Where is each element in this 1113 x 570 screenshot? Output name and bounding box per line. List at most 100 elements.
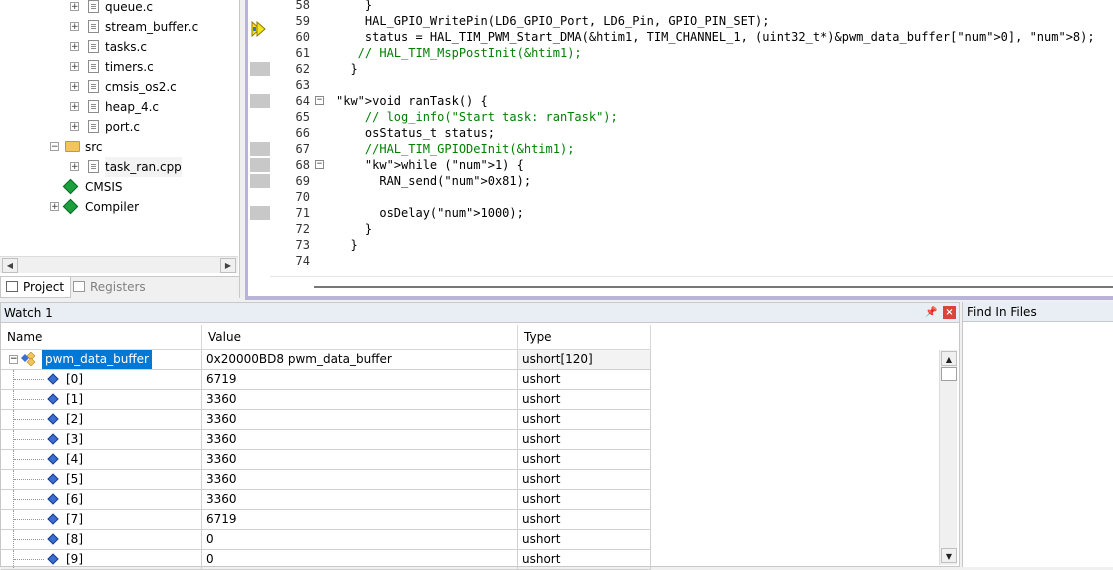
collapse-icon[interactable]: − xyxy=(50,142,59,152)
watch-row[interactable]: [2] 3360 ushort xyxy=(1,410,939,430)
line-number: 65 xyxy=(295,110,310,124)
watch-row[interactable]: [5] 3360 ushort xyxy=(1,470,939,490)
file-icon xyxy=(88,0,99,13)
code-line[interactable]: 74 xyxy=(270,253,1110,269)
tree-item-heap-4-c[interactable]: + heap_4.c xyxy=(0,97,238,117)
code-editor[interactable]: 58 } 59 HAL_GPIO_WritePin(LD6_GPIO_Port, … xyxy=(245,0,1113,298)
tree-item-queue-c[interactable]: + queue.c xyxy=(0,0,238,17)
column-header-value[interactable]: Value xyxy=(202,325,518,350)
watch-value-cell[interactable]: 3360 xyxy=(202,390,518,410)
code-line[interactable]: 65 // log_info("Start task: ranTask"); xyxy=(270,109,1110,125)
watch-value-cell[interactable]: 0 xyxy=(202,530,518,550)
breakpoint-slot[interactable] xyxy=(250,62,270,76)
watch-row[interactable]: [1] 3360 ushort xyxy=(1,390,939,410)
tree-connector xyxy=(13,490,14,509)
watch-scroll-thumb[interactable] xyxy=(941,367,957,381)
tree-item-compiler[interactable]: + Compiler xyxy=(0,197,238,217)
column-header-name[interactable]: Name xyxy=(1,325,202,350)
watch-value-cell[interactable]: 3360 xyxy=(202,490,518,510)
tree-item-cmsis[interactable]: CMSIS xyxy=(0,177,238,197)
watch-value-cell[interactable]: 3360 xyxy=(202,410,518,430)
expand-icon[interactable]: + xyxy=(70,162,79,172)
expand-icon[interactable]: + xyxy=(70,2,79,12)
watch-type-cell: ushort xyxy=(518,470,651,490)
watch-row[interactable]: [0] 6719 ushort xyxy=(1,370,939,390)
expand-icon[interactable]: + xyxy=(70,42,79,52)
tree-item-src[interactable]: − src xyxy=(0,137,238,157)
tree-item-tasks-c[interactable]: + tasks.c xyxy=(0,37,238,57)
code-line[interactable]: 73 } xyxy=(270,237,1110,253)
scroll-right-icon[interactable]: ▶ xyxy=(220,258,236,273)
expand-icon[interactable]: + xyxy=(70,62,79,72)
expand-icon[interactable]: + xyxy=(70,22,79,32)
variable-icon xyxy=(47,533,59,545)
tab-registers[interactable]: Registers xyxy=(68,277,152,297)
editor-scroll-thumb[interactable] xyxy=(314,286,1113,288)
expand-icon[interactable]: + xyxy=(70,102,79,112)
code-line[interactable]: 69 RAN_send("num">0x81); xyxy=(270,173,1110,189)
line-number: 71 xyxy=(295,206,310,220)
watch-row[interactable]: [7] 6719 ushort xyxy=(1,510,939,530)
editor-horizontal-scrollbar[interactable] xyxy=(270,276,1113,298)
pin-icon[interactable]: 📌 xyxy=(925,306,938,319)
code-line[interactable]: 66 osStatus_t status; xyxy=(270,125,1110,141)
code-line[interactable]: 58 } xyxy=(270,0,1110,13)
watch-item-type: ushort xyxy=(522,432,561,446)
watch-row-root[interactable]: − pwm_data_buffer 0x20000BD8 pwm_data_bu… xyxy=(1,350,939,370)
column-header-type[interactable]: Type xyxy=(518,325,651,350)
tab-project[interactable]: Project xyxy=(0,277,72,298)
watch-value-cell[interactable]: 6719 xyxy=(202,510,518,530)
watch-value-cell[interactable]: 3360 xyxy=(202,470,518,490)
code-line[interactable]: 59 HAL_GPIO_WritePin(LD6_GPIO_Port, LD6_… xyxy=(270,13,1110,29)
expand-icon[interactable]: + xyxy=(50,202,59,212)
watch-item-value: 6719 xyxy=(206,372,237,386)
scroll-up-icon[interactable]: ▲ xyxy=(941,351,957,366)
watch-row[interactable]: [3] 3360 ushort xyxy=(1,430,939,450)
fold-collapse-icon[interactable]: − xyxy=(315,96,324,105)
breakpoint-slot[interactable] xyxy=(250,142,270,156)
watch-item-type: ushort xyxy=(522,472,561,486)
watch-value-cell[interactable]: 0x20000BD8 pwm_data_buffer xyxy=(202,350,518,370)
code-line[interactable]: 63 xyxy=(270,77,1110,93)
code-text: "kw">void ranTask() { xyxy=(336,94,488,108)
code-line[interactable]: 68− "kw">while ("num">1) { xyxy=(270,157,1110,173)
line-number: 59 xyxy=(295,14,310,28)
code-line[interactable]: 70 xyxy=(270,189,1110,205)
code-line[interactable]: 60 status = HAL_TIM_PWM_Start_DMA(&htim1… xyxy=(270,29,1110,45)
expand-icon[interactable]: + xyxy=(70,82,79,92)
tree-item-port-c[interactable]: + port.c xyxy=(0,117,238,137)
scroll-left-icon[interactable]: ◀ xyxy=(2,258,18,273)
breakpoint-slot[interactable] xyxy=(250,94,270,108)
breakpoint-slot[interactable] xyxy=(250,174,270,188)
expand-icon[interactable]: + xyxy=(70,122,79,132)
collapse-icon[interactable]: − xyxy=(9,355,18,364)
breakpoint-slot[interactable] xyxy=(250,158,270,172)
code-line[interactable]: 64− "kw">void ranTask() { xyxy=(270,93,1110,109)
variable-icon xyxy=(47,373,59,385)
tree-item-task-ran-cpp[interactable]: + task_ran.cpp xyxy=(0,157,238,177)
fold-collapse-icon[interactable]: − xyxy=(315,160,324,169)
close-icon[interactable]: × xyxy=(943,306,956,319)
code-line[interactable]: 62 } xyxy=(270,61,1110,77)
code-line[interactable]: 71 osDelay("num">1000); xyxy=(270,205,1110,221)
watch-row[interactable]: [6] 3360 ushort xyxy=(1,490,939,510)
watch-vertical-scrollbar[interactable]: ▲ ▼ xyxy=(939,350,957,565)
variable-icon xyxy=(47,433,59,445)
tree-item-stream-buffer-c[interactable]: + stream_buffer.c xyxy=(0,17,238,37)
tree-item-timers-c[interactable]: + timers.c xyxy=(0,57,238,77)
watch-value-cell[interactable]: 3360 xyxy=(202,450,518,470)
watch-row[interactable]: [8] 0 ushort xyxy=(1,530,939,550)
tree-item-cmsis-os2-c[interactable]: + cmsis_os2.c xyxy=(0,77,238,97)
watch-row[interactable]: [4] 3360 ushort xyxy=(1,450,939,470)
breakpoint-slot[interactable] xyxy=(250,206,270,220)
breakpoint-gutter[interactable] xyxy=(248,0,270,276)
project-horizontal-scrollbar[interactable]: ◀ ▶ xyxy=(0,256,238,273)
code-line[interactable]: 61 // HAL_TIM_MspPostInit(&htim1); xyxy=(270,45,1110,61)
watch-value-cell[interactable]: 0 xyxy=(202,550,518,570)
watch-value-cell[interactable]: 3360 xyxy=(202,430,518,450)
scroll-down-icon[interactable]: ▼ xyxy=(941,548,957,563)
code-line[interactable]: 72 } xyxy=(270,221,1110,237)
watch-value-cell[interactable]: 6719 xyxy=(202,370,518,390)
code-line[interactable]: 67 //HAL_TIM_GPIODeInit(&htim1); xyxy=(270,141,1110,157)
watch-row[interactable]: [9] 0 ushort xyxy=(1,550,939,570)
